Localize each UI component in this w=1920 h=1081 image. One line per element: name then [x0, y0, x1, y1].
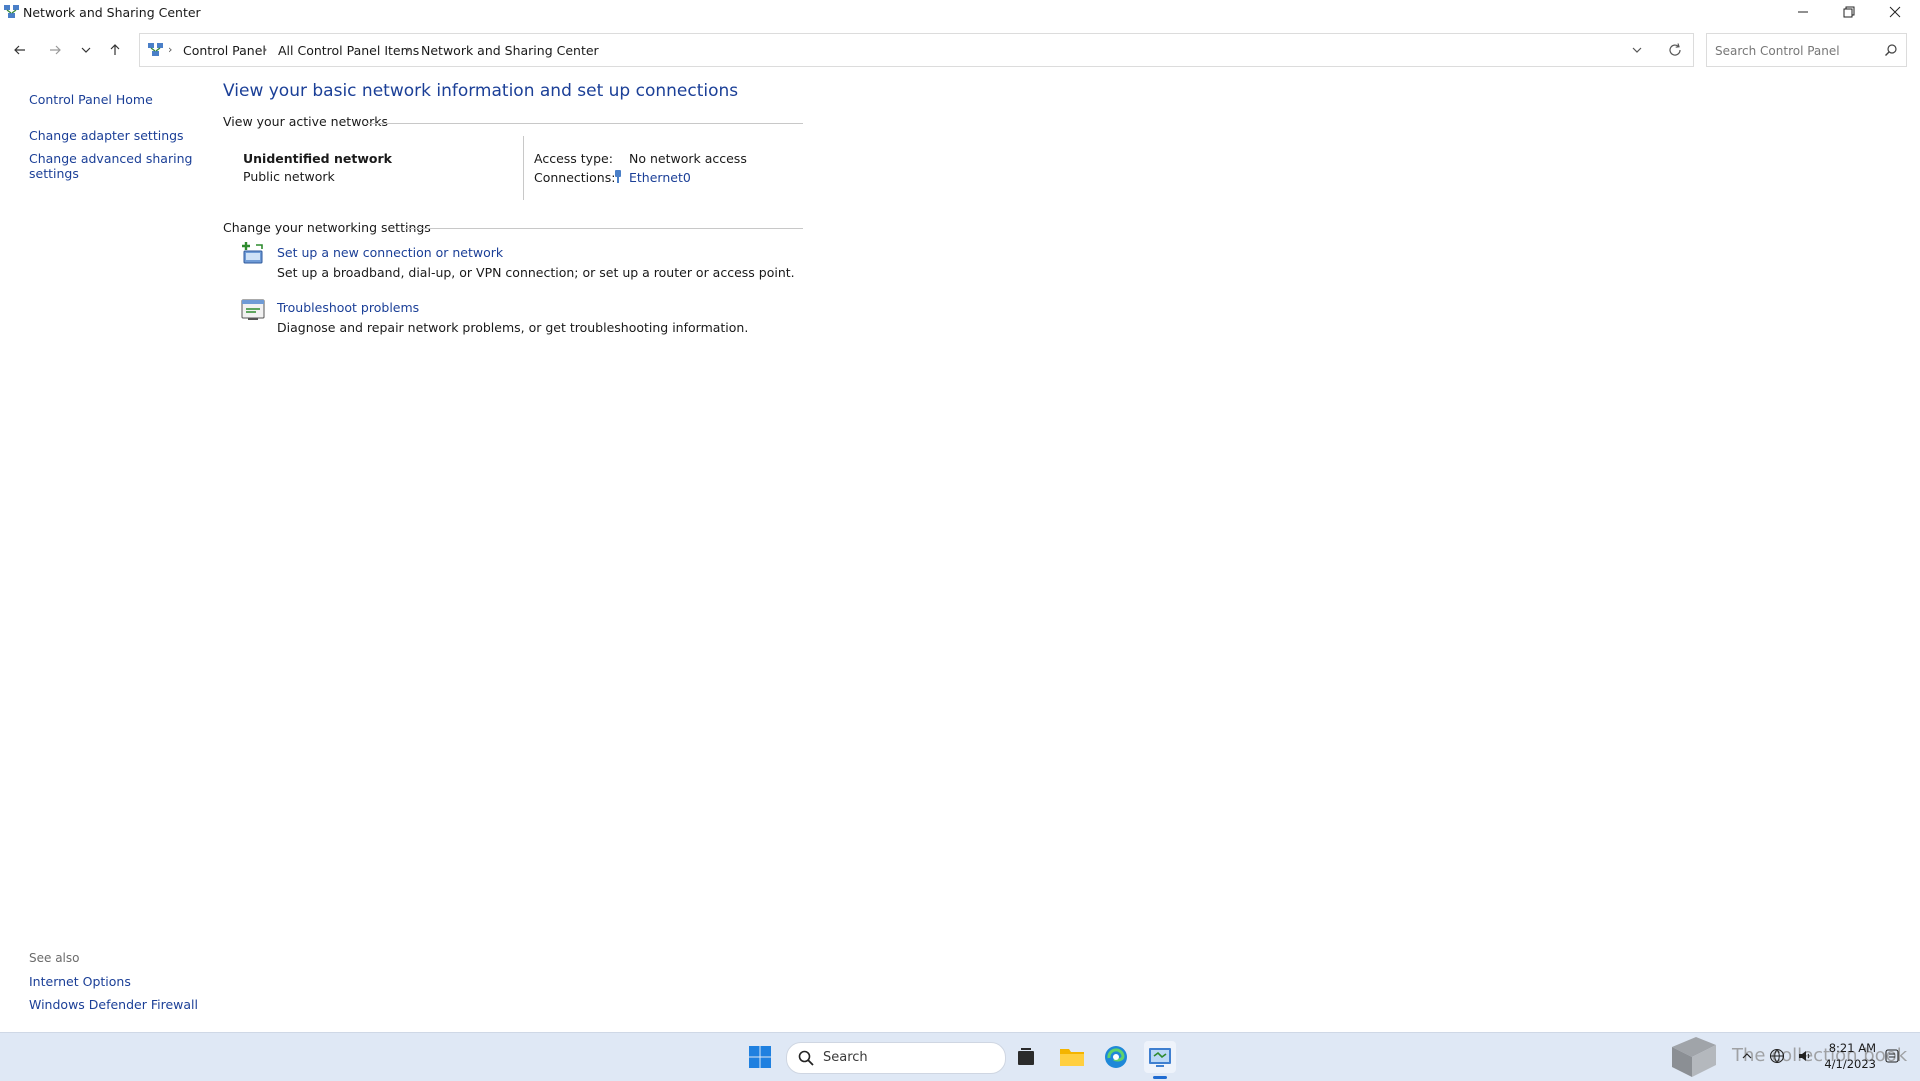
taskbar-search[interactable]: Search	[786, 1042, 1006, 1074]
refresh-icon[interactable]	[1667, 42, 1683, 58]
troubleshoot-problems-desc: Diagnose and repair network problems, or…	[277, 320, 749, 335]
chevron-right-icon: ›	[263, 43, 268, 56]
folder-icon	[1060, 1049, 1084, 1066]
up-button[interactable]	[105, 40, 125, 60]
minimize-button[interactable]	[1780, 0, 1826, 24]
connections-label: Connections:	[534, 170, 616, 185]
access-type-label: Access type:	[534, 151, 613, 166]
troubleshoot-icon	[241, 299, 265, 320]
network-name: Unidentified network	[243, 151, 392, 166]
see-also-windows-defender-firewall[interactable]: Windows Defender Firewall	[29, 997, 198, 1012]
network-center-taskbar-button[interactable]	[1144, 1041, 1176, 1073]
chevron-up-icon[interactable]	[1741, 1050, 1753, 1062]
see-also-internet-options[interactable]: Internet Options	[29, 974, 131, 989]
change-settings-heading: Change your networking settings	[223, 220, 431, 235]
arrow-left-icon	[14, 45, 25, 55]
forward-button[interactable]	[45, 40, 65, 60]
section-divider	[366, 123, 803, 124]
search-box[interactable]	[1706, 33, 1907, 67]
navigation-row: › Control Panel › All Control Panel Item…	[0, 32, 1920, 68]
taskbar: Search The collection book 8:21 AM 4/1/2…	[0, 1032, 1920, 1081]
task-view-button[interactable]	[1010, 1041, 1042, 1073]
restore-icon	[1843, 6, 1855, 18]
title-bar: Network and Sharing Center	[0, 0, 1920, 24]
chevron-right-icon: ›	[168, 43, 173, 56]
search-input[interactable]	[1713, 40, 1877, 62]
recent-locations-button[interactable]	[76, 40, 96, 60]
setup-new-connection-desc: Set up a broadband, dial-up, or VPN conn…	[277, 265, 795, 280]
breadcrumb-network-center[interactable]: Network and Sharing Center	[421, 43, 599, 58]
start-button[interactable]	[744, 1041, 776, 1073]
setup-new-connection-link[interactable]: Set up a new connection or network	[277, 245, 503, 260]
taskbar-search-label: Search	[823, 1050, 868, 1065]
arrow-right-icon	[50, 45, 61, 55]
edge-icon	[1105, 1046, 1127, 1068]
minimize-icon	[1798, 11, 1808, 13]
ethernet0-link[interactable]: Ethernet0	[629, 170, 691, 185]
watermark-text: The collection book	[1732, 1045, 1908, 1066]
search-icon[interactable]	[1884, 43, 1898, 57]
sidebar-advanced-line1: Change advanced sharing	[29, 151, 193, 166]
active-app-indicator	[1153, 1076, 1167, 1079]
chevron-down-icon	[81, 47, 91, 53]
breadcrumb-control-panel[interactable]: Control Panel	[183, 43, 266, 58]
close-icon	[1889, 6, 1901, 18]
notification-icon[interactable]	[1884, 1048, 1900, 1064]
task-view-icon	[1018, 1048, 1034, 1065]
chevron-right-icon: ›	[406, 43, 411, 56]
volume-icon[interactable]	[1797, 1048, 1813, 1064]
book-logo-icon	[1672, 1037, 1716, 1077]
new-connection-icon	[242, 242, 263, 264]
clock-date[interactable]: 4/1/2023	[1824, 1057, 1876, 1071]
search-icon	[798, 1050, 814, 1066]
file-explorer-button[interactable]	[1056, 1041, 1088, 1073]
control-panel-icon	[1149, 1048, 1171, 1067]
sidebar-change-advanced-sharing[interactable]: Change advanced sharing settings	[29, 151, 192, 181]
back-button[interactable]	[10, 40, 30, 60]
globe-icon[interactable]	[1769, 1048, 1785, 1064]
clock-time[interactable]: 8:21 AM	[1829, 1041, 1876, 1055]
sidebar-advanced-line2: settings	[29, 166, 79, 181]
control-panel-icon	[148, 43, 163, 56]
access-type-value: No network access	[629, 151, 747, 166]
network-profile: Public network	[243, 169, 335, 184]
network-center-icon	[4, 5, 19, 18]
address-bar[interactable]: › Control Panel › All Control Panel Item…	[139, 33, 1694, 67]
window-title: Network and Sharing Center	[23, 5, 201, 20]
address-dropdown-icon[interactable]	[1630, 43, 1644, 57]
see-also-heading: See also	[29, 951, 80, 965]
restore-button[interactable]	[1826, 0, 1872, 24]
sidebar-control-panel-home[interactable]: Control Panel Home	[29, 92, 153, 107]
breadcrumb-all-items[interactable]: All Control Panel Items	[278, 43, 419, 58]
close-button[interactable]	[1872, 0, 1918, 24]
active-networks-heading: View your active networks	[223, 114, 388, 129]
sidebar-change-adapter-settings[interactable]: Change adapter settings	[29, 128, 184, 143]
troubleshoot-problems-link[interactable]: Troubleshoot problems	[277, 300, 419, 315]
arrow-up-icon	[110, 44, 120, 55]
edge-browser-button[interactable]	[1100, 1041, 1132, 1073]
network-info-divider	[523, 136, 524, 200]
ethernet-icon	[615, 170, 621, 183]
windows-logo-icon	[749, 1046, 771, 1068]
section-divider	[405, 228, 803, 229]
page-title: View your basic network information and …	[223, 81, 739, 101]
